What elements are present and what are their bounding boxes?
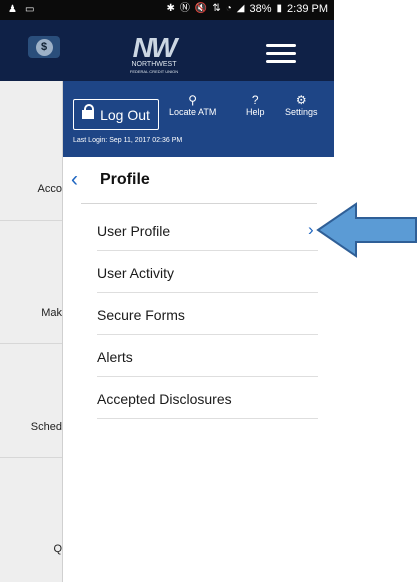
signal-icon: ◢ — [236, 3, 245, 14]
lock-icon — [82, 104, 95, 119]
list-item-alerts[interactable]: Alerts — [63, 335, 334, 377]
nfc-icon: Ⓝ — [179, 3, 190, 14]
side-panel: Acco Mak Sched Q — [0, 81, 63, 582]
profile-title: Profile — [100, 171, 150, 188]
accepted-disclosures-label: Accepted Disclosures — [97, 391, 232, 407]
side-item-sched[interactable]: Sched — [0, 421, 62, 433]
profile-header[interactable]: ‹ Profile — [63, 157, 334, 212]
screen-icon: ▭ — [24, 4, 35, 15]
secure-forms-label: Secure Forms — [97, 307, 185, 323]
chevron-right-icon[interactable]: › — [308, 221, 314, 239]
battery-icon: ▮ — [276, 3, 283, 14]
arrow-left-icon — [316, 202, 419, 258]
alerts-label: Alerts — [97, 349, 133, 365]
profile-divider — [81, 203, 317, 204]
side-item-q[interactable]: Q — [0, 543, 62, 555]
settings-button[interactable]: ⚙ Settings — [285, 93, 318, 117]
battery-percent: 38% — [249, 3, 272, 15]
settings-label: Settings — [285, 107, 318, 117]
app-top-bar: $ NW NORTHWEST FEDERAL CREDIT UNION — [0, 20, 334, 81]
northwest-logo: NW NORTHWEST FEDERAL CREDIT UNION — [118, 32, 190, 77]
bluetooth-icon: ✱ — [166, 3, 175, 14]
user-profile-label: User Profile — [97, 223, 171, 239]
list-item-user-activity[interactable]: User Activity — [63, 251, 334, 293]
help-label: Help — [246, 107, 265, 117]
logo-subsubtitle: FEDERAL CREDIT UNION — [129, 69, 179, 74]
logout-label: Log Out — [100, 106, 150, 123]
logo-subtitle: NORTHWEST — [131, 61, 177, 68]
phone-screen: ♟ ▭ ✱ Ⓝ 🔇 ⇅ ◔ ◢ 38% ▮ 2:39 PM $ NW NORTH… — [0, 0, 334, 582]
user-activity-label: User Activity — [97, 265, 175, 281]
money-icon-letter: $ — [35, 38, 53, 56]
question-icon: ? — [251, 93, 259, 107]
person-icon: ♟ — [8, 4, 17, 15]
money-icon[interactable]: $ — [28, 36, 60, 58]
list-item-secure-forms[interactable]: Secure Forms — [63, 293, 334, 335]
chevron-left-icon[interactable]: ‹ — [71, 168, 78, 192]
profile-drawer: Log Out ⚲ Locate ATM ? Help ⚙ Settings L… — [63, 81, 334, 582]
locate-atm-label: Locate ATM — [169, 107, 217, 117]
logout-button[interactable]: Log Out — [73, 99, 159, 130]
wifi-icon: ◔ — [225, 3, 232, 14]
locate-atm-button[interactable]: ⚲ Locate ATM — [169, 93, 216, 117]
hamburger-icon[interactable] — [266, 44, 296, 64]
gear-icon: ⚙ — [295, 93, 307, 107]
logo-mark: NW — [132, 32, 178, 63]
side-item-mak[interactable]: Mak — [0, 307, 62, 319]
status-time: 2:39 PM — [287, 3, 328, 15]
data-icon: ⇅ — [212, 3, 221, 14]
location-pin-icon: ⚲ — [188, 93, 198, 107]
side-item-acco[interactable]: Acco — [0, 183, 62, 195]
drawer-header: Log Out ⚲ Locate ATM ? Help ⚙ Settings L… — [63, 81, 334, 157]
list-item-accepted-disclosures[interactable]: Accepted Disclosures — [63, 377, 334, 419]
last-login-text: Last Login: Sep 11, 2017 02:36 PM — [73, 137, 183, 144]
status-bar: ♟ ▭ ✱ Ⓝ 🔇 ⇅ ◔ ◢ 38% ▮ 2:39 PM — [0, 0, 334, 20]
list-divider — [97, 418, 318, 419]
mute-icon: 🔇 — [194, 3, 208, 14]
help-button[interactable]: ? Help — [246, 93, 265, 117]
list-item-user-profile[interactable]: User Profile › — [63, 209, 334, 251]
